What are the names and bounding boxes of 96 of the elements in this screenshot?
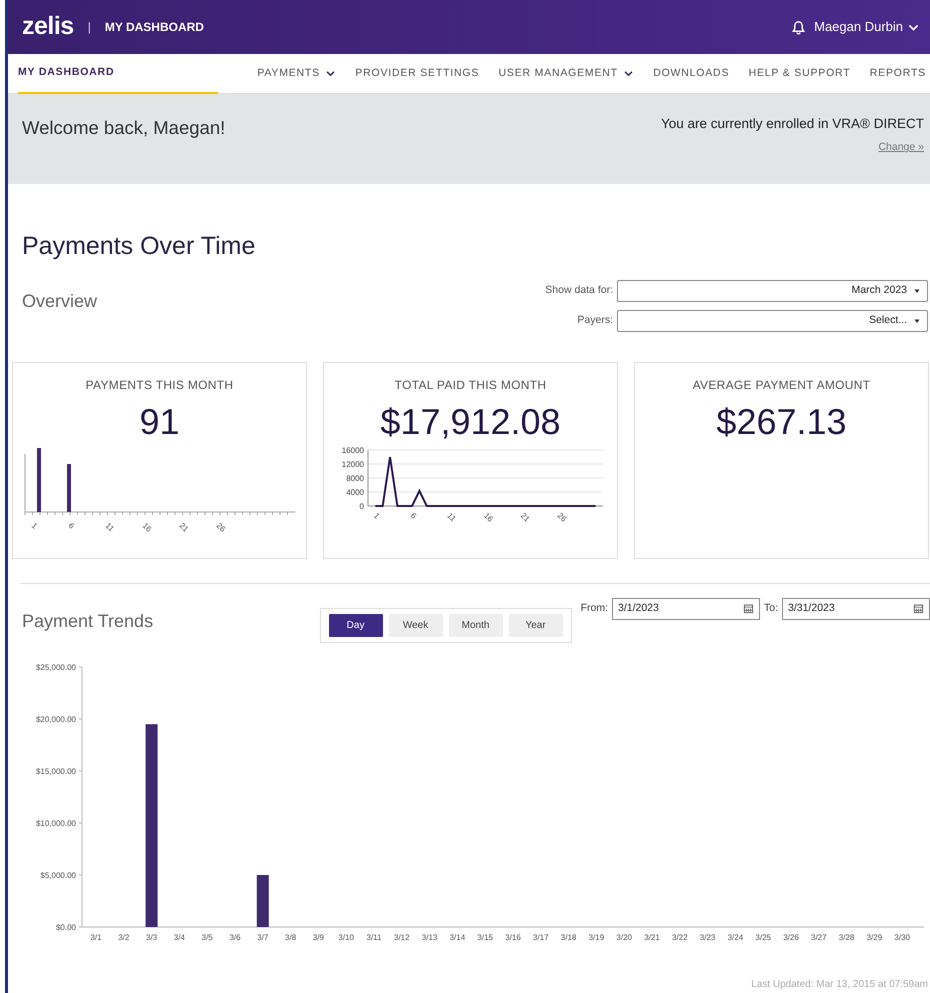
calendar-icon: [742, 603, 754, 614]
axis-label: 26: [214, 520, 228, 534]
calendar-icon: [913, 603, 924, 614]
logo[interactable]: zelis: [22, 8, 74, 46]
dropdown-field[interactable]: Select...: [617, 310, 928, 332]
stat-value: $267.13: [715, 404, 848, 440]
axis-label: 3/13: [422, 932, 438, 942]
caret-icon: [913, 316, 921, 324]
axis-label: 0: [360, 502, 364, 510]
chart-bar: [256, 874, 269, 926]
axis-label: 21: [178, 520, 190, 534]
axis-label: 3/4: [174, 932, 185, 942]
axis-label: 3/12: [394, 932, 410, 942]
axis-label: 3/6: [229, 932, 241, 942]
enrollment-text: You are currently enrolled in VRA® DIRECT: [660, 115, 924, 133]
axis-label: 3/11: [366, 932, 382, 942]
filter-label: Show data for:: [545, 282, 613, 298]
axis-label: 3/21: [644, 932, 660, 942]
axis-label: 3/17: [533, 932, 549, 942]
axis-label: 3/24: [728, 932, 744, 942]
range-button[interactable]: Day: [328, 614, 383, 636]
axis-label: $15,000.00: [36, 766, 76, 776]
range-button[interactable]: Month: [448, 614, 503, 636]
axis-label: 3/9: [312, 932, 324, 942]
axis-label: 3/10: [338, 932, 354, 942]
axis-label: 11: [445, 510, 458, 523]
axis-label: $20,000.00: [36, 714, 76, 724]
axis-label: 3/29: [866, 932, 882, 942]
axis-label: 12000: [342, 460, 364, 468]
card-title: AVERAGE PAYMENT AMOUNT: [692, 376, 872, 394]
axis-label: $25,000.00: [36, 662, 76, 672]
axis-label: 16000: [342, 446, 364, 454]
axis-label: 3/18: [560, 932, 576, 942]
stat-value: 91: [138, 404, 181, 440]
dropdown-field[interactable]: March 2023: [617, 280, 928, 302]
axis-label: 3/27: [811, 932, 827, 942]
axis-label: 6: [408, 510, 418, 520]
axis-label: 3/20: [616, 932, 632, 942]
axis-label: 3/23: [700, 932, 716, 942]
nav-tab[interactable]: USER MANAGEMENT: [498, 54, 634, 94]
filter-label: Payers:: [577, 312, 613, 328]
user-menu[interactable]: Maegan Durbin: [814, 17, 920, 37]
axis-label: 3/15: [477, 932, 493, 942]
nav-tab[interactable]: REPORTS: [870, 54, 926, 94]
date-label: From:: [580, 600, 608, 616]
axis-label: 3/8: [285, 932, 296, 942]
axis-label: 3/26: [783, 932, 799, 942]
axis-label: $0.00: [56, 922, 76, 932]
last-updated-text: Last Updated: Mar 13, 2015 at 07:59am: [750, 978, 928, 992]
date-label: To:: [764, 600, 778, 616]
nav-tab[interactable]: PROVIDER SETTINGS: [355, 54, 480, 94]
axis-label: $5,000.00: [40, 870, 76, 880]
axis-label: 21: [518, 510, 532, 524]
axis-label: 4000: [346, 488, 364, 496]
nav-tab[interactable]: PAYMENTS: [257, 54, 336, 94]
chart-bar: [67, 464, 71, 512]
chart-bar: [37, 448, 41, 512]
axis-label: 3/5: [202, 932, 213, 942]
section-title: Payment Trends: [22, 610, 154, 633]
axis-label: 26: [556, 510, 568, 524]
axis-label: 3/1: [90, 932, 102, 942]
axis-label: 3/3: [146, 932, 158, 942]
range-button[interactable]: Year: [508, 614, 563, 636]
axis-label: 1: [30, 520, 40, 530]
axis-label: 16: [140, 520, 154, 534]
axis-label: 3/14: [450, 932, 466, 942]
nav-tab[interactable]: DOWNLOADS: [653, 54, 730, 94]
axis-label: 3/19: [588, 932, 604, 942]
date-field[interactable]: 3/1/2023: [612, 598, 760, 620]
range-button[interactable]: Week: [388, 614, 443, 636]
card-title: PAYMENTS THIS MONTH: [84, 376, 234, 394]
welcome-message: Welcome back, Maegan!: [22, 116, 226, 140]
axis-label: 3/28: [838, 932, 854, 942]
change-link[interactable]: Change »: [878, 141, 924, 154]
notification-bell-icon: [791, 20, 806, 34]
axis-label: 11: [104, 520, 116, 533]
date-field[interactable]: 3/31/2023: [782, 598, 930, 620]
axis-label: 3/25: [755, 932, 771, 942]
axis-label: 3/22: [672, 932, 688, 942]
axis-label: 3/30: [894, 932, 910, 942]
caret-icon: [913, 286, 921, 294]
axis-label: 3/7: [257, 932, 268, 942]
axis-label: 1: [372, 510, 382, 520]
axis-label: 3/16: [505, 932, 521, 942]
axis-label: 3/2: [118, 932, 130, 942]
header-separator: |: [88, 19, 91, 36]
nav-tab[interactable]: HELP & SUPPORT: [748, 54, 850, 94]
page-label: MY DASHBOARD: [104, 19, 204, 36]
page-title: Payments Over Time: [22, 231, 256, 262]
axis-label: 6: [66, 520, 76, 530]
stat-value: $17,912.08: [379, 404, 562, 440]
axis-label: 8000: [346, 474, 364, 482]
card-title: TOTAL PAID THIS MONTH: [394, 376, 548, 394]
axis-label: $10,000.00: [36, 818, 76, 828]
axis-label: 16: [482, 510, 495, 524]
section-title: Overview: [22, 290, 98, 312]
